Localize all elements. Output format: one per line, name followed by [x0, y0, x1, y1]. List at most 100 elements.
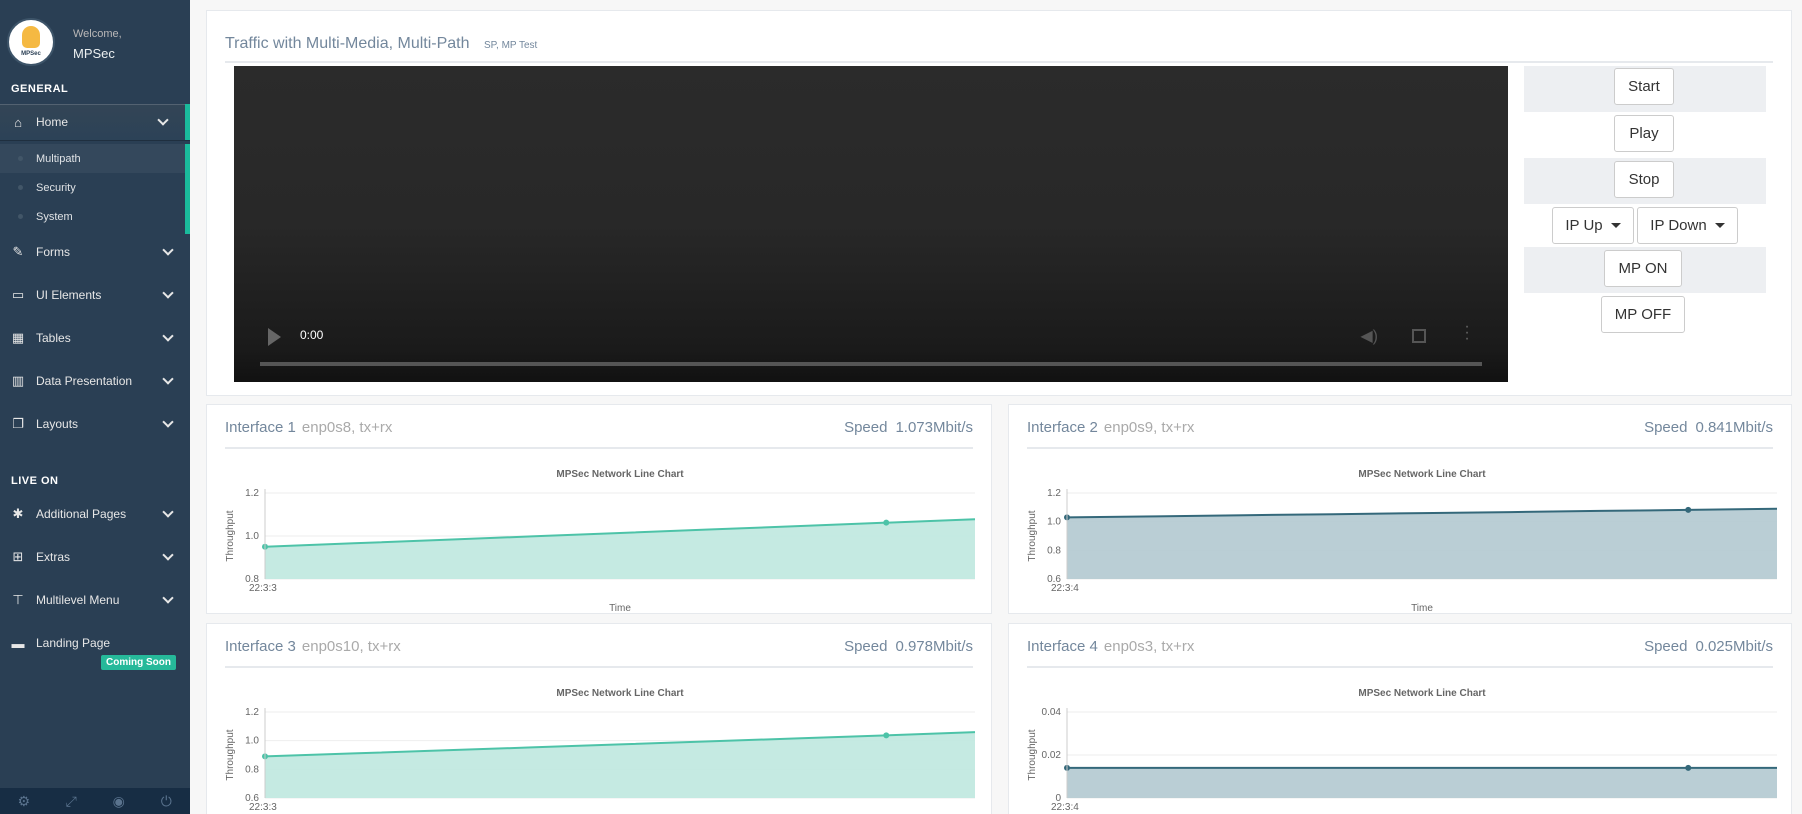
logo-text: MPSec: [21, 50, 41, 57]
throughput-chart: MPSec Network Line Chart0.040.02022:3:4T…: [1027, 688, 1777, 813]
sidebar-item-ui-elements[interactable]: ▭ UI Elements: [0, 277, 190, 313]
mp-on-button[interactable]: MP ON: [1604, 250, 1682, 287]
x-tick-label: 22:3:4: [1051, 583, 1079, 594]
sidebar-item-layouts[interactable]: ❐ Layouts: [0, 406, 190, 442]
sidebar: MPSec Welcome, MPSec GENERAL ⌂ Home Mult…: [0, 0, 190, 814]
x-tick-label: 22:3:3: [249, 583, 277, 594]
speed-value: 0.978Mbit/s: [895, 638, 973, 655]
chevron-down-icon: [162, 244, 174, 256]
ip-down-dropdown[interactable]: IP Down: [1637, 207, 1738, 244]
ip-down-label: IP Down: [1650, 217, 1707, 234]
home-submenu: Multipath Security System: [0, 144, 190, 234]
bullet-icon: [18, 185, 23, 190]
y-tick-label: 1.0: [245, 531, 259, 542]
interface-header: Interface 3 enp0s10, tx+rx Speed 0.978Mbit…: [225, 638, 973, 668]
section-live-on: LIVE ON: [11, 475, 59, 487]
profile: MPSec Welcome, MPSec: [0, 0, 190, 78]
sidebar-item-data-presentation[interactable]: ▥ Data Presentation: [0, 363, 190, 399]
fullscreen-icon[interactable]: ⤢: [48, 788, 96, 814]
video-panel-subtitle: SP, MP Test: [483, 40, 538, 51]
ip-up-label: IP Up: [1565, 217, 1603, 234]
sidebar-item-label: Additional Pages: [36, 507, 127, 521]
more-options-icon[interactable]: · · ·: [1464, 319, 1470, 347]
interface-detail: enp0s9, tx+rx: [1103, 419, 1195, 436]
video-progress-bar[interactable]: [260, 362, 1482, 366]
desktop-icon: ▭: [11, 287, 25, 302]
sidebar-item-tables[interactable]: ▦ Tables: [0, 320, 190, 356]
sidebar-item-home[interactable]: ⌂ Home: [0, 104, 190, 140]
x-axis-label: Time: [609, 603, 631, 613]
data-point: [883, 519, 890, 526]
sidebar-item-label: Data Presentation: [36, 374, 133, 388]
logout-icon[interactable]: ⏻: [143, 788, 191, 814]
sidebar-item-forms[interactable]: ✎ Forms: [0, 234, 190, 270]
interface-header: Interface 4 enp0s3, tx+rx Speed 0.025Mbit/…: [1027, 638, 1773, 668]
x-tick-label: 22:3:3: [249, 802, 277, 813]
bullet-icon: [18, 214, 23, 219]
video-time: 0:00: [300, 328, 324, 342]
chart-title: MPSec Network Line Chart: [1358, 688, 1486, 699]
laptop-icon: ▬: [11, 635, 25, 651]
settings-icon[interactable]: ⚙: [0, 788, 48, 814]
volume-icon[interactable]: ◀): [1360, 326, 1378, 346]
interface-name: Interface 4: [1027, 638, 1098, 655]
start-button[interactable]: Start: [1614, 68, 1674, 105]
sidebar-subitem-system[interactable]: System: [0, 202, 185, 231]
speed-label: Speed: [1644, 638, 1688, 655]
interface-panel-3: Interface 3 enp0s10, tx+rx Speed 0.978Mbit…: [206, 623, 992, 814]
edit-icon: ✎: [12, 244, 24, 259]
mp-off-button[interactable]: MP OFF: [1601, 296, 1685, 333]
sidebar-item-extras[interactable]: ⊞ Extras: [0, 539, 190, 575]
interface-speed: Speed 0.978Mbit/s: [844, 638, 973, 655]
sitemap-icon: ⊤: [12, 592, 24, 607]
stop-button[interactable]: Stop: [1614, 161, 1674, 198]
chart-title: MPSec Network Line Chart: [1358, 469, 1486, 480]
caret-down-icon: [1714, 223, 1725, 228]
area-fill: [265, 732, 975, 798]
ip-up-dropdown[interactable]: IP Up: [1552, 207, 1634, 244]
interface-panel-1: Interface 1 enp0s8, tx+rx Speed 1.073Mbit/…: [206, 404, 992, 614]
subitem-label: Multipath: [36, 152, 81, 165]
y-axis-label: Throughput: [1027, 729, 1038, 780]
area-fill: [265, 519, 975, 579]
sidebar-item-label: Forms: [36, 245, 70, 259]
speed-label: Speed: [844, 638, 888, 655]
interface-header: Interface 2 enp0s9, tx+rx Speed 0.841Mbit/…: [1027, 419, 1773, 449]
sidebar-item-multilevel-menu[interactable]: ⊤ Multilevel Menu: [0, 582, 190, 618]
chevron-down-icon: [162, 549, 174, 561]
avatar[interactable]: MPSec: [7, 18, 55, 66]
chevron-down-icon: [157, 114, 169, 126]
coming-soon-badge: Coming Soon: [101, 655, 176, 670]
sidebar-subitem-security[interactable]: Security: [0, 173, 185, 202]
play-icon[interactable]: [268, 328, 281, 346]
video-player[interactable]: 0:00 ◀) · · ·: [234, 66, 1508, 382]
y-tick-label: 1.0: [1047, 517, 1061, 528]
sidebar-item-additional-pages[interactable]: ✱ Additional Pages: [0, 496, 190, 532]
speed-label: Speed: [844, 419, 888, 436]
interface-panel-4: Interface 4 enp0s3, tx+rx Speed 0.025Mbit/…: [1008, 623, 1792, 814]
chevron-down-icon: [162, 330, 174, 342]
interface-name: Interface 1: [225, 419, 296, 436]
play-button[interactable]: Play: [1614, 115, 1674, 152]
interface-panel-2: Interface 2 enp0s9, tx+rx Speed 0.841Mbit/…: [1008, 404, 1792, 614]
y-tick-label: 1.2: [245, 707, 259, 718]
y-tick-label: 0.8: [245, 764, 259, 775]
y-tick-label: 1.0: [245, 736, 259, 747]
sidebar-subitem-multipath[interactable]: Multipath: [0, 144, 185, 173]
chevron-down-icon: [162, 592, 174, 604]
speed-value: 0.025Mbit/s: [1695, 638, 1773, 655]
username: MPSec: [73, 46, 115, 61]
interface-header: Interface 1 enp0s8, tx+rx Speed 1.073Mbit/…: [225, 419, 973, 449]
subitem-label: Security: [36, 181, 76, 194]
chevron-down-icon: [162, 287, 174, 299]
area-fill: [1067, 767, 1777, 798]
fullscreen-icon[interactable]: [1412, 329, 1426, 343]
speed-value: 0.841Mbit/s: [1695, 419, 1773, 436]
chart-title: MPSec Network Line Chart: [556, 688, 684, 699]
interface-speed: Speed 1.073Mbit/s: [844, 419, 973, 436]
lock-icon[interactable]: ◉: [95, 788, 143, 814]
welcome-text: Welcome,: [73, 28, 122, 40]
speed-value: 1.073Mbit/s: [895, 419, 973, 436]
interface-name: Interface 2: [1027, 419, 1098, 436]
bug-icon: ✱: [12, 506, 24, 521]
